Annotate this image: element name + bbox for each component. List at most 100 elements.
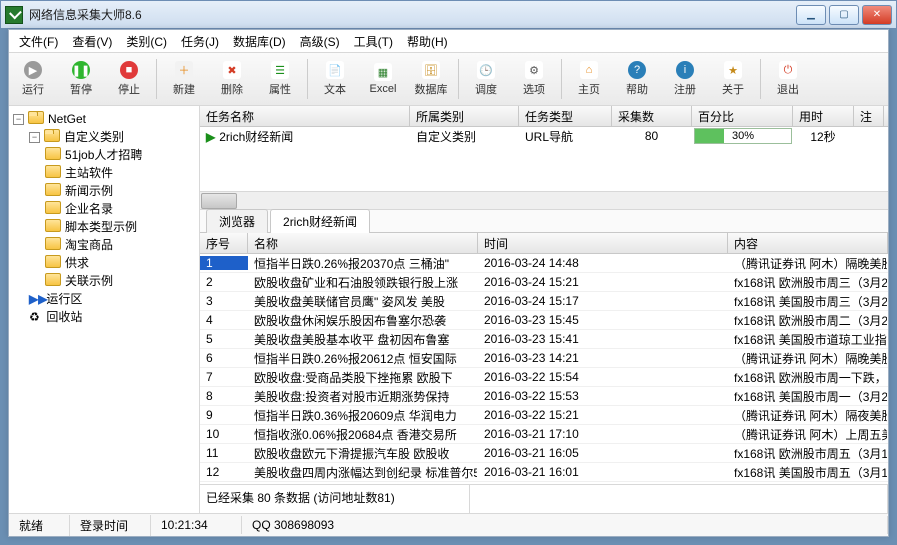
tab-browser-label: 浏览器: [219, 215, 255, 229]
folder-icon: [45, 147, 61, 160]
horizontal-scrollbar[interactable]: [200, 191, 888, 209]
data-cell: 2016-03-24 15:17: [478, 294, 728, 308]
scroll-thumb[interactable]: [201, 193, 237, 209]
tree-item[interactable]: 企业名录: [45, 200, 199, 218]
toolbar-separator: [458, 59, 459, 99]
tree-item[interactable]: 新闻示例: [45, 182, 199, 200]
data-grid: 序号名称时间内容 1恒指半日跌0.26%报20370点 三桶油"2016-03-…: [200, 233, 888, 484]
menu-item[interactable]: 类别(C): [120, 31, 173, 52]
play-icon: ▶: [206, 130, 215, 144]
task-grid-body: ▶2rich财经新闻自定义类别URL导航8030%12秒: [200, 127, 888, 191]
data-grid-body[interactable]: 1恒指半日跌0.26%报20370点 三桶油"2016-03-24 14:48（…: [200, 254, 888, 484]
tree-item[interactable]: 淘宝商品: [45, 236, 199, 254]
folder-open-icon: [44, 129, 60, 142]
data-grid-col[interactable]: 名称: [248, 233, 478, 253]
tree-root[interactable]: −NetGet −自定义类别 51job人才招聘主站软件新闻示例企业名录脚本类型…: [13, 110, 199, 326]
minimize-button[interactable]: ▁: [796, 5, 826, 25]
data-cell: fx168讯 欧洲股市周三（3月23日）下: [728, 274, 888, 291]
toolbar-注册[interactable]: i注册: [661, 61, 709, 97]
toolbar-label: 退出: [777, 81, 799, 97]
close-button[interactable]: ✕: [862, 5, 892, 25]
tree-item[interactable]: 51job人才招聘: [45, 146, 199, 164]
toolbar-数据库[interactable]: 🗄数据库: [407, 61, 455, 97]
data-row[interactable]: 1恒指半日跌0.26%报20370点 三桶油"2016-03-24 14:48（…: [200, 254, 888, 273]
toolbar-退出[interactable]: ⏻退出: [764, 61, 812, 97]
data-cell: 10: [200, 427, 248, 441]
data-cell: 2016-03-23 15:45: [478, 313, 728, 327]
data-row[interactable]: 5美股收盘美股基本收平 盘初因布鲁塞2016-03-23 15:41fx168讯…: [200, 330, 888, 349]
data-cell: 欧股收盘:受商品类股下挫拖累 欧股下: [248, 369, 478, 386]
toolbar-选项[interactable]: ⚙选项: [510, 61, 558, 97]
tree-item-label: 脚本类型示例: [65, 220, 137, 234]
data-cell: （腾讯证券讯 阿木）隔夜美股造好，: [728, 407, 888, 424]
toolbar-运行[interactable]: ▶运行: [9, 61, 57, 97]
data-cell: 恒指收涨0.06%报20684点 香港交易所: [248, 426, 478, 443]
toolbar-停止[interactable]: ■ 停止: [105, 61, 153, 97]
maximize-button[interactable]: ▢: [829, 5, 859, 25]
data-cell: 恒指半日跌0.26%报20370点 三桶油": [248, 255, 478, 272]
task-grid-col[interactable]: 百分比: [692, 106, 793, 126]
toolbar-帮助[interactable]: ?帮助: [613, 61, 661, 97]
task-grid-col[interactable]: 所属类别: [410, 106, 519, 126]
toolbar-新建[interactable]: ＋新建: [160, 61, 208, 97]
data-cell: 2016-03-21 16:05: [478, 446, 728, 460]
data-row[interactable]: 6恒指半日跌0.26%报20612点 恒安国际2016-03-23 14:21（…: [200, 349, 888, 368]
task-grid-col[interactable]: 任务类型: [519, 106, 612, 126]
toolbar-暂停[interactable]: ❚❚暂停: [57, 61, 105, 97]
data-row[interactable]: 3美股收盘美联储官员鹰" 姿风发 美股2016-03-24 15:17fx168…: [200, 292, 888, 311]
toolbar-删除[interactable]: ✖删除: [208, 61, 256, 97]
menu-item[interactable]: 帮助(H): [401, 31, 454, 52]
task-row[interactable]: ▶2rich财经新闻自定义类别URL导航8030%12秒: [200, 127, 888, 145]
toolbar-label: 停止: [118, 81, 140, 97]
data-cell: fx168讯 欧洲股市周二（3月22日）小: [728, 312, 888, 329]
task-grid-col[interactable]: 注释: [854, 106, 884, 126]
tab-browser[interactable]: 浏览器: [206, 209, 268, 233]
folder-icon: [45, 273, 61, 286]
toolbar-Excel[interactable]: ▦Excel: [359, 63, 407, 95]
data-row[interactable]: 7欧股收盘:受商品类股下挫拖累 欧股下2016-03-22 15:54fx168…: [200, 368, 888, 387]
toolbar-主页[interactable]: ⌂主页: [565, 61, 613, 97]
menu-item[interactable]: 查看(V): [66, 31, 118, 52]
data-grid-col[interactable]: 内容: [728, 233, 888, 253]
task-grid-col[interactable]: 用时: [793, 106, 854, 126]
tree-run-zone[interactable]: ▶▶ 运行区: [29, 290, 199, 308]
data-row[interactable]: 11欧股收盘欧元下滑提振汽车股 欧股收2016-03-21 16:05fx168…: [200, 444, 888, 463]
tree-category[interactable]: −自定义类别 51job人才招聘主站软件新闻示例企业名录脚本类型示例淘宝商品供求…: [29, 128, 199, 290]
data-row[interactable]: 8美股收盘:投资者对股市近期涨势保持2016-03-22 15:53fx168讯…: [200, 387, 888, 406]
data-row[interactable]: 4欧股收盘休闲娱乐股因布鲁塞尔恐袭2016-03-23 15:45fx168讯 …: [200, 311, 888, 330]
run-icon: ▶▶: [29, 290, 43, 308]
tree-item[interactable]: 脚本类型示例: [45, 218, 199, 236]
data-cell: （腾讯证券讯 阿木）隔晚美股下跌，: [728, 255, 888, 272]
tree-item[interactable]: 主站软件: [45, 164, 199, 182]
task-grid-col[interactable]: 采集数: [612, 106, 692, 126]
tab-task[interactable]: 2rich财经新闻: [270, 209, 370, 233]
toolbar-label: 数据库: [415, 81, 448, 97]
data-cell: 2016-03-22 15:21: [478, 408, 728, 422]
tree-item[interactable]: 关联示例: [45, 272, 199, 290]
帮助-icon: ?: [628, 61, 646, 79]
tree-recycle[interactable]: ♻ 回收站: [29, 308, 199, 326]
data-grid-col[interactable]: 时间: [478, 233, 728, 253]
data-row[interactable]: 10恒指收涨0.06%报20684点 香港交易所2016-03-21 17:10…: [200, 425, 888, 444]
toolbar-调度[interactable]: 🕒调度: [462, 61, 510, 97]
menu-item[interactable]: 数据库(D): [227, 31, 292, 52]
task-grid-col[interactable]: 任务名称: [200, 106, 410, 126]
data-row[interactable]: 2欧股收盘矿业和石油股领跌银行股上涨2016-03-24 15:21fx168讯…: [200, 273, 888, 292]
toolbar-关于[interactable]: ★关于: [709, 61, 757, 97]
data-cell: 3: [200, 294, 248, 308]
toolbar-属性[interactable]: ☰属性: [256, 61, 304, 97]
menu-item[interactable]: 工具(T): [348, 31, 399, 52]
data-cell: 2016-03-23 14:21: [478, 351, 728, 365]
menu-item[interactable]: 任务(J): [175, 31, 225, 52]
toolbar-label: 关于: [722, 81, 744, 97]
data-cell: 恒指半日跌0.36%报20609点 华润电力: [248, 407, 478, 424]
menu-item[interactable]: 文件(F): [13, 31, 64, 52]
menu-item[interactable]: 高级(S): [294, 31, 346, 52]
task-grid: 任务名称所属类别任务类型采集数百分比用时注释 ▶2rich财经新闻自定义类别UR…: [200, 106, 888, 210]
data-row[interactable]: 12美股收盘四周内涨幅达到创纪录 标准普尔5002016-03-21 16:01…: [200, 463, 888, 482]
toolbar-文本[interactable]: 📄文本: [311, 61, 359, 97]
停止-icon: ■: [120, 61, 138, 79]
data-row[interactable]: 9恒指半日跌0.36%报20609点 华润电力2016-03-22 15:21（…: [200, 406, 888, 425]
data-grid-col[interactable]: 序号: [200, 233, 248, 253]
tree-item[interactable]: 供求: [45, 254, 199, 272]
